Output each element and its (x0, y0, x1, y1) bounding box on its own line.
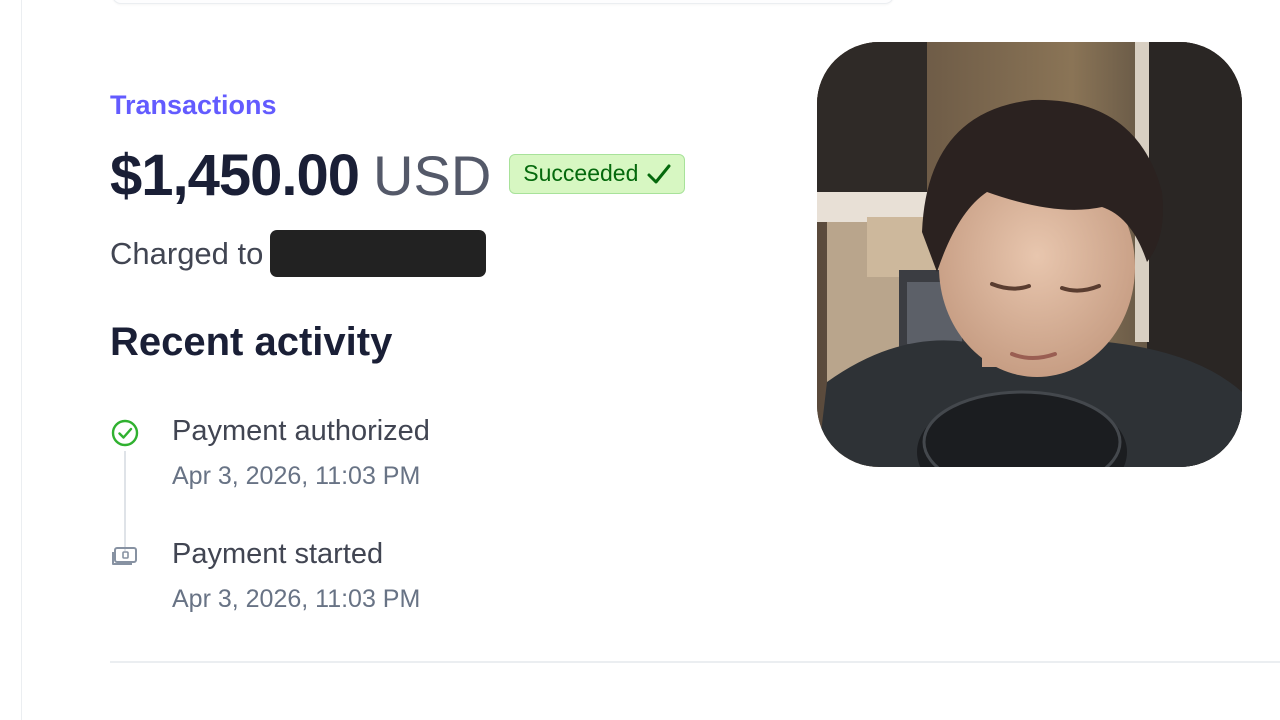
timeline-item-title: Payment started (172, 538, 384, 570)
breadcrumb-transactions-link[interactable]: Transactions (110, 90, 277, 121)
status-badge: Succeeded (509, 153, 686, 194)
charged-to-row: Charged to (110, 230, 487, 277)
webcam-person-image (817, 42, 1242, 467)
payment-amount: $1,450.00 (110, 143, 360, 208)
redacted-customer (270, 230, 487, 277)
timeline-item-title: Payment authorized (172, 415, 430, 447)
section-divider (110, 661, 1280, 663)
timeline-item-time: Apr 3, 2026, 11:03 PM (172, 462, 421, 490)
payment-currency: USD (373, 144, 492, 207)
recent-activity-heading: Recent activity (110, 320, 393, 364)
webcam-overlay (817, 42, 1242, 467)
payment-card-icon (110, 541, 140, 571)
timeline-item: Payment authorized Apr 3, 2026, 11:03 PM (110, 415, 710, 495)
status-badge-label: Succeeded (523, 160, 639, 186)
charged-to-label: Charged to (110, 235, 264, 271)
sidebar-divider (21, 0, 22, 720)
page: Transactions $1,450.00 USD Succeeded Cha… (0, 0, 1280, 720)
payment-header: $1,450.00 USD Succeeded (110, 142, 686, 209)
check-circle-icon (110, 418, 140, 448)
check-icon (646, 161, 672, 187)
timeline-item: Payment started Apr 3, 2026, 11:03 PM (110, 538, 710, 618)
timeline-item-time: Apr 3, 2026, 11:03 PM (172, 585, 421, 613)
top-card-edge (112, 0, 894, 4)
